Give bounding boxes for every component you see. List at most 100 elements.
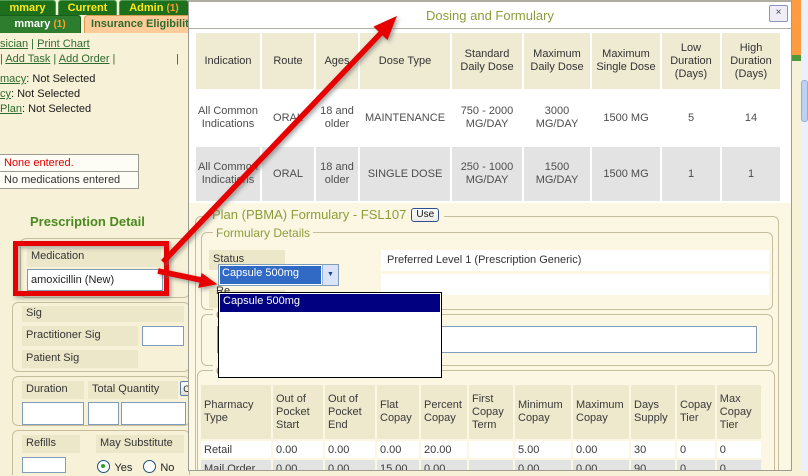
dialog-title: Dosing and Formulary	[189, 8, 791, 23]
add-order-link[interactable]: Add Order	[59, 53, 110, 65]
dosing-cell: MAINTENANCE	[360, 91, 450, 145]
dosing-cell: 5	[662, 91, 720, 145]
dosing-and-formulary-dialog: Dosing and Formulary × Indication Route …	[188, 0, 792, 471]
pharmacy-link[interactable]: macy	[0, 73, 26, 85]
copay-header-cell: Out of Pocket Start	[273, 385, 323, 439]
dosing-cell: All Common Indications	[196, 147, 260, 201]
dialog-header: Dosing and Formulary ×	[189, 2, 791, 29]
insurance-tab-edge	[792, 0, 801, 55]
tab-insurance-eligibility[interactable]: Insurance Eligibility	[84, 15, 202, 33]
tab-label: mmary	[14, 18, 53, 30]
vertical-scrollbar[interactable]	[801, 0, 808, 471]
copay-header-cell: Out of Pocket End	[325, 385, 375, 439]
dropdown-item-selected[interactable]: Capsule 500mg	[220, 294, 440, 312]
no-radio[interactable]	[143, 460, 156, 473]
copay-cell: 90	[631, 460, 675, 471]
chevron-down-icon[interactable]: ▼	[322, 265, 338, 285]
copay-header-cell: Flat Copay	[377, 385, 419, 439]
copay-header-cell: Minimum Copay	[515, 385, 571, 439]
physician-link[interactable]: sician	[0, 38, 28, 50]
copay-cell: 0.00	[325, 460, 375, 471]
dosing-table: Indication Route Ages Dose Type Standard…	[194, 31, 782, 203]
dosing-cell: ORAL	[262, 91, 314, 145]
copay-header-cell: Maximum Copay	[573, 385, 629, 439]
dosing-cell: All Common Indications	[196, 91, 260, 145]
medications-status-box: None entered. No medications entered	[0, 154, 139, 189]
use-button[interactable]: Use	[411, 208, 439, 222]
plan-link[interactable]: Plan	[0, 103, 22, 115]
dosing-header-cell: Route	[262, 33, 314, 89]
dosing-cell: 14	[722, 91, 780, 145]
dosing-header-cell: Ages	[316, 33, 358, 89]
dosing-header-cell: Maximum Daily Dose	[524, 33, 590, 89]
copay-cell: 0.00	[573, 441, 629, 458]
dosing-header-cell: Standard Daily Dose	[452, 33, 522, 89]
may-substitute-radios: Yes No	[97, 458, 174, 476]
copay-cell: 0	[717, 441, 761, 458]
may-substitute-label: May Substitute	[96, 435, 184, 453]
yes-radio[interactable]	[97, 460, 110, 473]
dosing-row: All Common Indications ORAL 18 and older…	[196, 91, 780, 145]
close-icon[interactable]: ×	[769, 5, 788, 22]
dosing-cell: ORAL	[262, 147, 314, 201]
dosing-cell: SINGLE DOSE	[360, 147, 450, 201]
no-medications-entered: No medications entered	[0, 172, 138, 188]
copay-row-mail-order: Mail Order 0.00 0.00 15.00 0.00 0.00 0.0…	[201, 460, 761, 471]
status-value: Preferred Level 1 (Prescription Generic)	[381, 250, 769, 271]
dosing-header-cell: Dose Type	[360, 33, 450, 89]
copay-header-row: Pharmacy Type Out of Pocket Start Out of…	[201, 385, 761, 439]
dosing-cell: 18 and older	[316, 147, 358, 201]
plan-formulary-heading-text: Plan (PBMA) Formulary - FSL107	[212, 207, 406, 222]
total-quantity-unit-input[interactable]	[121, 402, 186, 425]
dosing-cell: 1500 MG	[592, 147, 660, 201]
copay-cell: 5.00	[515, 441, 571, 458]
duration-label: Duration	[22, 381, 84, 399]
tab-current[interactable]: Current	[58, 0, 117, 15]
copay-cell: 0	[677, 460, 715, 471]
agency-link[interactable]: cy	[0, 88, 11, 100]
pharmacy-line: macy: Not Selected	[0, 73, 95, 85]
refills-label: Refills	[22, 435, 80, 453]
total-quantity-label: Total Quantity	[88, 381, 178, 399]
agency-status: : Not Selected	[11, 88, 80, 100]
add-task-link[interactable]: Add Task	[5, 53, 50, 65]
dosing-header-cell: Indication	[196, 33, 260, 89]
practitioner-sig-input[interactable]	[142, 326, 184, 346]
tab-summary-selected[interactable]: mmary (1)	[0, 15, 81, 33]
patient-sig-label: Patient Sig	[22, 350, 138, 368]
copay-cell	[469, 441, 513, 458]
dosing-header-cell: High Duration (Days)	[722, 33, 780, 89]
copay-cell: 0	[677, 441, 715, 458]
dosing-cell: 1	[662, 147, 720, 201]
plan-line: Plan: Not Selected	[0, 103, 91, 115]
link-line-tasks: | Add Task | Add Order |	[0, 53, 115, 65]
tab-summary-top[interactable]: mmary	[0, 0, 56, 15]
sig-title: Sig	[22, 306, 184, 322]
separator: |	[50, 53, 58, 65]
tab-admin[interactable]: Admin (1)	[119, 0, 189, 15]
copay-cell: 0.00	[573, 460, 629, 471]
scrollbar-thumb[interactable]	[801, 80, 808, 122]
duration-input[interactable]	[22, 402, 84, 425]
separator: |	[28, 38, 37, 50]
dosing-cell: 250 - 1000 MG/DAY	[452, 147, 522, 201]
tab-count-badge: (1)	[53, 19, 65, 30]
page-border-edge	[792, 55, 801, 61]
dosing-row: All Common Indications ORAL 18 and older…	[196, 147, 780, 201]
print-chart-link[interactable]: Print Chart	[37, 38, 90, 50]
copay-cell: 0.00	[377, 441, 419, 458]
copay-cell: 15.00	[377, 460, 419, 471]
copay-cell: 0.00	[273, 460, 323, 471]
dose-form-combobox[interactable]: Capsule 500mg ▼	[218, 264, 339, 286]
left-panel: mmary Current Admin (1) mmary (1) Insura…	[0, 0, 188, 471]
total-quantity-input[interactable]	[88, 402, 119, 425]
copay-cell: 30	[631, 441, 675, 458]
copay-cell: 0	[717, 460, 761, 471]
copay-cell: 0.00	[273, 441, 323, 458]
dose-form-dropdown-list: Capsule 500mg	[218, 292, 442, 378]
copay-cell: Mail Order	[201, 460, 271, 471]
tab-label: Insurance Eligibility	[91, 18, 195, 30]
dosing-header-cell: Maximum Single Dose	[592, 33, 660, 89]
plan-status: : Not Selected	[22, 103, 91, 115]
separator: |	[110, 53, 116, 65]
